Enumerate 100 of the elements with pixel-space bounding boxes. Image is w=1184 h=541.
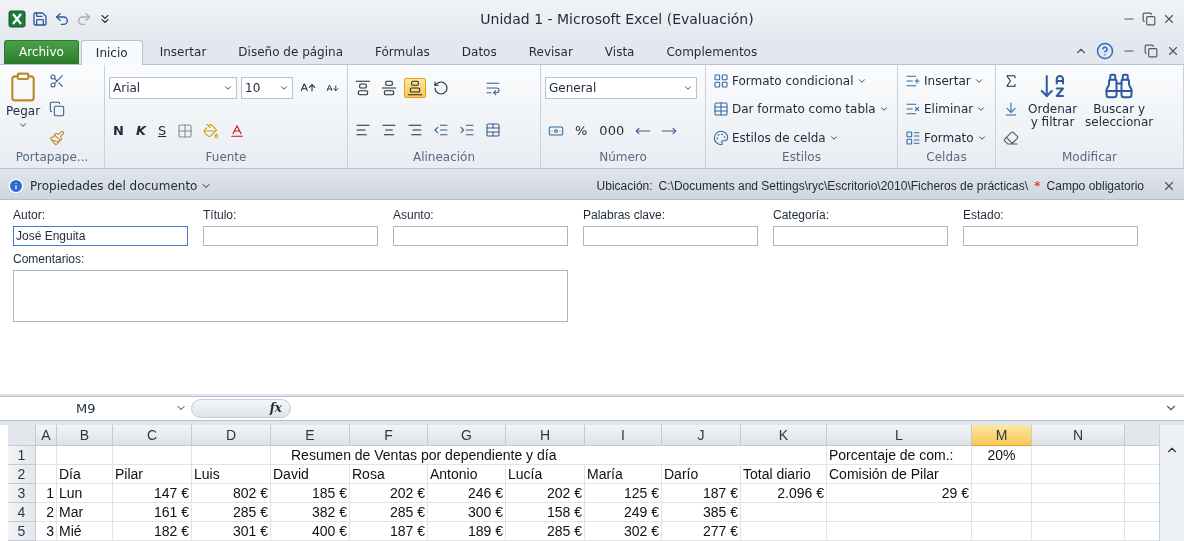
paint-bucket-icon bbox=[203, 122, 220, 139]
location-path: C:\Documents and Settings\ryc\Escritorio\2010\Ficheros de prácticas\ bbox=[658, 178, 1029, 193]
bold-button[interactable]: N bbox=[109, 122, 128, 140]
location-label: Ubicación: bbox=[596, 178, 653, 193]
file-tab[interactable]: Archivo bbox=[4, 39, 79, 64]
restore-icon[interactable] bbox=[1144, 43, 1158, 58]
ribbon-tab[interactable]: Diseño de página bbox=[223, 39, 358, 64]
merge-cells-icon bbox=[485, 122, 501, 139]
table-cell: Darío bbox=[662, 464, 741, 484]
styles-button[interactable]: Formato condicional bbox=[710, 70, 870, 91]
table-cell: 125 € bbox=[585, 483, 662, 503]
table-cell: Pilar bbox=[113, 464, 192, 484]
column-header[interactable]: K bbox=[741, 424, 827, 446]
vertical-align-button[interactable] bbox=[404, 77, 426, 98]
empty-cell bbox=[57, 445, 113, 465]
insert-function-button[interactable]: fx bbox=[191, 398, 291, 418]
empty-cell bbox=[972, 521, 1032, 541]
table-cell: 382 € bbox=[271, 502, 350, 522]
group-label: Número bbox=[598, 149, 648, 166]
font-size-combo[interactable]: 10 bbox=[241, 77, 293, 100]
text-field[interactable] bbox=[963, 225, 1138, 246]
column-header[interactable]: B bbox=[57, 424, 113, 446]
italic-button[interactable]: K bbox=[131, 122, 150, 140]
number-format-combo[interactable]: General bbox=[545, 77, 697, 100]
column-header[interactable]: D bbox=[192, 424, 271, 446]
info-icon bbox=[8, 177, 24, 194]
table-cell: Lucía bbox=[506, 464, 585, 484]
table-cell: Mié bbox=[57, 521, 113, 541]
group-label: Celdas bbox=[925, 149, 968, 166]
help-icon[interactable] bbox=[1096, 41, 1114, 60]
table-cell: 161 € bbox=[113, 502, 192, 522]
panel-title[interactable]: Propiedades del documento bbox=[30, 178, 213, 193]
column-header[interactable]: E bbox=[271, 424, 350, 446]
required-note: Campo obligatorio bbox=[1046, 178, 1144, 193]
ribbon-tab[interactable]: Inicio bbox=[80, 39, 143, 65]
ribbon-tab[interactable]: Insertar bbox=[144, 39, 222, 64]
orientation-icon bbox=[433, 79, 449, 96]
find-select-button[interactable]: Buscar y seleccionar bbox=[1083, 68, 1156, 150]
column-header[interactable]: C bbox=[113, 424, 192, 446]
app-logo-icon[interactable] bbox=[8, 9, 26, 28]
column-header[interactable]: H bbox=[506, 424, 585, 446]
text-field[interactable] bbox=[393, 225, 568, 246]
text-field[interactable] bbox=[583, 225, 758, 246]
styles-button[interactable]: Estilos de celda bbox=[710, 127, 842, 148]
table-cell: David bbox=[271, 464, 350, 484]
table-cell: 285 € bbox=[350, 502, 428, 522]
column-header[interactable]: J bbox=[662, 424, 741, 446]
column-header[interactable]: I bbox=[585, 424, 662, 446]
table-cell: Día bbox=[57, 464, 113, 484]
table-cell: 202 € bbox=[506, 483, 585, 503]
restore-icon[interactable] bbox=[1142, 11, 1156, 26]
table-cell: Comisión de Pilar bbox=[827, 464, 972, 484]
empty-cell bbox=[972, 502, 1032, 522]
fill-down-icon bbox=[1003, 101, 1019, 118]
font-name-combo[interactable]: Arial bbox=[109, 77, 237, 100]
comments-field[interactable] bbox=[13, 269, 568, 322]
empty-cell bbox=[972, 464, 1032, 484]
column-header[interactable]: A bbox=[36, 424, 57, 446]
column-header[interactable]: M bbox=[972, 424, 1032, 446]
sort-filter-button[interactable]: Ordenar y filtrar bbox=[1026, 68, 1080, 150]
text-field[interactable]: José Enguita bbox=[13, 225, 188, 246]
vertical-align-icon bbox=[407, 79, 423, 96]
field-label: Comentarios: bbox=[13, 251, 85, 266]
thousands-button[interactable]: 000 bbox=[595, 122, 629, 140]
table-cell: Total diario bbox=[741, 464, 827, 484]
undo-icon[interactable] bbox=[54, 10, 70, 27]
styles-button[interactable]: Dar formato como tabla bbox=[710, 99, 892, 120]
column-header[interactable]: G bbox=[428, 424, 506, 446]
percent-button[interactable]: % bbox=[571, 122, 592, 140]
table-cell: 158 € bbox=[506, 502, 585, 522]
ribbon-tab[interactable]: Fórmulas bbox=[360, 39, 445, 64]
underline-button[interactable]: S bbox=[153, 122, 171, 140]
column-header[interactable]: F bbox=[350, 424, 428, 446]
table-cell: 20% bbox=[972, 445, 1032, 465]
brush-icon bbox=[49, 129, 66, 146]
cells-button[interactable]: Insertar bbox=[902, 70, 987, 91]
field-label: Estado: bbox=[963, 207, 1005, 222]
cells-button[interactable]: Eliminar bbox=[902, 99, 990, 120]
window-title: Unidad 1 - Microsoft Excel (Evaluación) bbox=[479, 10, 755, 27]
table-cell: 3 bbox=[36, 521, 57, 541]
text-field[interactable] bbox=[773, 225, 948, 246]
ribbon-tab[interactable]: Vista bbox=[589, 39, 650, 64]
scissors-icon bbox=[49, 72, 66, 89]
table-cell: 246 € bbox=[428, 483, 506, 503]
eraser-icon bbox=[1003, 129, 1019, 146]
cells-icon bbox=[905, 129, 921, 146]
table-cell: Porcentaje de com.: bbox=[827, 445, 972, 465]
table-cell: 147 € bbox=[113, 483, 192, 503]
table-cell: 277 € bbox=[662, 521, 741, 541]
column-header[interactable]: N bbox=[1032, 424, 1125, 446]
cells-button[interactable]: Formato bbox=[902, 127, 990, 148]
ribbon-tab[interactable]: Datos bbox=[446, 39, 512, 64]
ribbon-tab[interactable]: Complementos bbox=[651, 39, 773, 64]
column-header bbox=[1125, 424, 1159, 446]
ribbon-tab[interactable]: Revisar bbox=[513, 39, 588, 64]
text-field[interactable] bbox=[203, 225, 378, 246]
paste-button[interactable]: Pegar bbox=[4, 68, 43, 150]
scrollbar[interactable] bbox=[1159, 424, 1184, 541]
save-icon[interactable] bbox=[32, 10, 48, 27]
column-header[interactable]: L bbox=[827, 424, 972, 446]
